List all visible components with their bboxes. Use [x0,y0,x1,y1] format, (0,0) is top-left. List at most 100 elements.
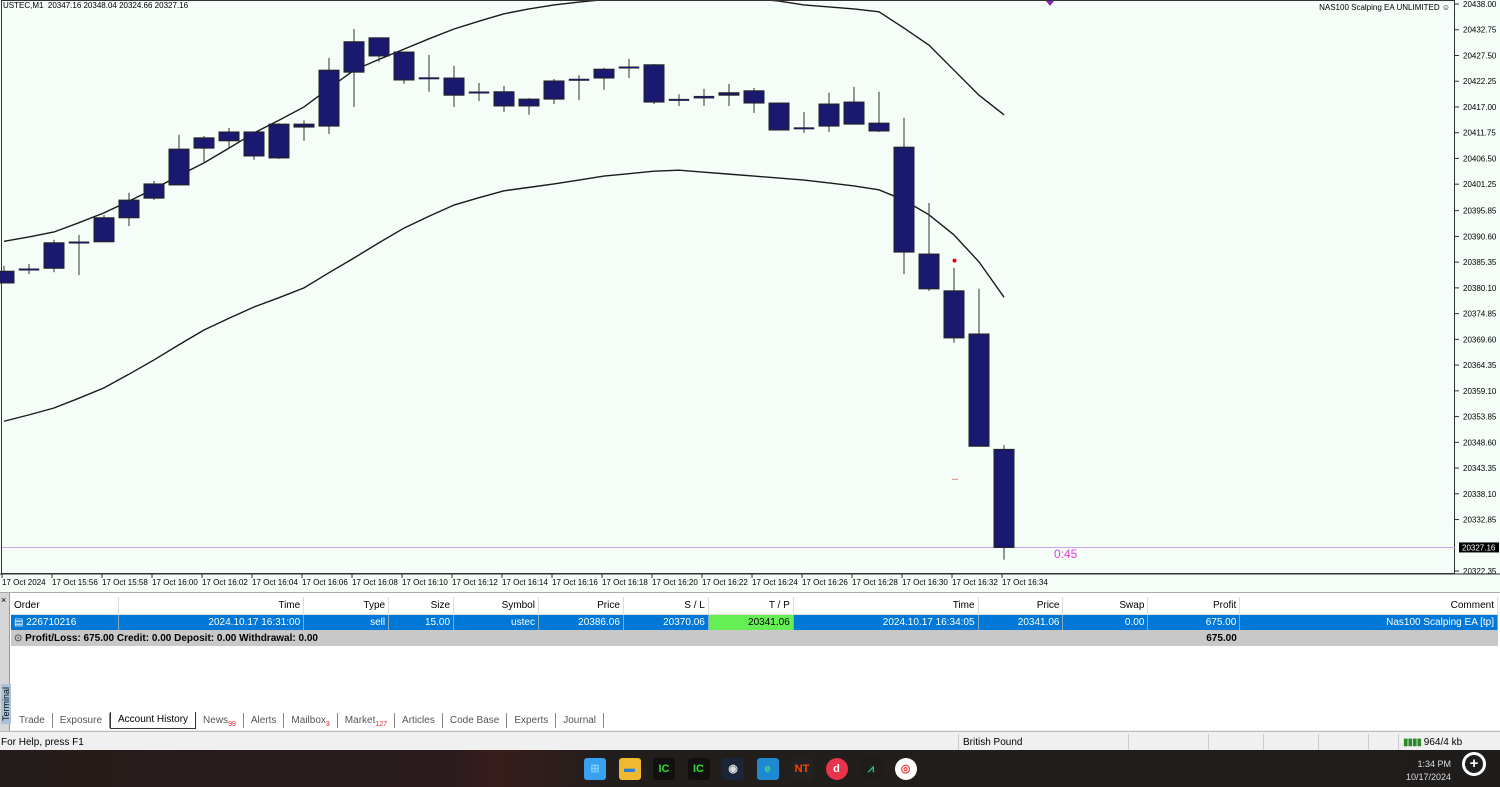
candle-body [43,242,65,269]
ic-markets-mt4-icon[interactable]: IC [687,758,710,780]
band-lower-line [3,169,1005,422]
candle-body [93,217,115,243]
price-tick-label: 20395.85 [1463,207,1497,216]
time-tick-label: 17 Oct 16:30 [902,578,948,587]
candle-body [0,270,15,284]
ic-markets-mt4-icon[interactable]: IC [653,758,675,780]
column-header[interactable]: Type [303,597,390,615]
magnifier-icon[interactable]: + [1462,752,1486,776]
tab-news[interactable]: News99 [196,713,244,728]
bid-price-label: 20327.16 [1462,543,1496,552]
column-header[interactable]: Profit [1147,597,1241,615]
close-icon[interactable]: × [1,595,6,605]
tab-trade[interactable]: Trade [12,713,53,728]
candle-body [193,137,215,149]
candle-body [893,146,915,253]
d-app-icon[interactable]: d [825,758,848,780]
candle-body [943,290,965,339]
cell-value: 15.00 [425,616,451,628]
cell-value: 20370.06 [663,616,705,628]
column-header[interactable]: S / L [623,597,709,615]
start-icon[interactable]: ⊞ [584,758,606,780]
tab-badge: 3 [325,721,330,728]
cell-value: sell [370,616,386,628]
tab-articles[interactable]: Articles [395,713,443,728]
terminal-panel: Terminal × Order Time Type Size Symbol Price S… [0,592,1500,731]
tab-label: Alerts [250,715,277,726]
candle-body [343,41,365,73]
time-tick-label: 17 Oct 16:10 [402,578,448,587]
table-cell: sell [303,614,390,630]
column-header[interactable]: Symbol [453,597,539,615]
cell-value: 2024.10.17 16:34:05 [882,616,975,628]
app-owl-icon[interactable]: ◉ [722,758,744,780]
candle-body [543,80,565,100]
terminal-tabs: Trade Exposure Account History News99 Alerts… [12,712,605,729]
tab-mailbox[interactable]: Mailbox3 [284,713,338,728]
time-tick-label: 17 Oct 16:00 [152,578,198,587]
time-tick-label: 17 Oct 16:34 [1002,578,1048,587]
table-cell: Nas100 Scalping EA [tp] [1239,614,1498,630]
candle-body [493,91,515,107]
tab-market[interactable]: Market127 [338,713,396,728]
price-tick-label: 20374.85 [1463,310,1497,319]
candle-body [268,123,290,159]
candle-body [593,68,615,79]
system-clock[interactable]: 1:34 PM 10/17/2024 [1406,758,1451,784]
price-tick-label: 20411.75 [1463,129,1496,138]
chart-window[interactable]: 20438.00 20432.75 20427.50 20422.25 20417.00… [0,0,1500,592]
tab-code-base[interactable]: Code Base [443,713,508,728]
price-tick-label: 20427.50 [1463,51,1497,60]
price-tick-label: 20322.35 [1463,567,1497,576]
price-tick-label: 20422.25 [1463,77,1497,86]
tab-label: Account History [118,714,189,725]
tab-experts[interactable]: Experts [507,713,557,728]
help-text: For Help, press F1 [1,737,84,748]
tab-badge: 99 [228,721,236,728]
candle-body [218,131,240,142]
tab-exposure[interactable]: Exposure [53,713,111,728]
column-header[interactable]: Swap [1062,597,1149,615]
status-cell [1128,734,1208,750]
price-tick-label: 20385.35 [1463,258,1497,267]
price-tick-label: 20380.10 [1463,284,1497,293]
candle-body [168,148,190,186]
currency-cell: British Pound [958,734,1128,750]
price-tick-label: 20438.00 [1463,0,1497,9]
column-header[interactable]: Comment [1239,597,1498,615]
column-header[interactable]: Price [538,597,624,615]
price-tick-label: 20338.10 [1463,490,1497,499]
summary-profit: 675.00 [1147,630,1240,646]
candle-body [468,91,490,94]
candle-body [293,123,315,128]
chrome-icon[interactable]: ◎ [894,758,917,780]
table-cell: 2024.10.17 16:34:05 [793,614,979,630]
tab-account-history[interactable]: Account History [110,712,197,729]
table-cell: 675.00 [1147,614,1241,630]
column-header[interactable]: Time [118,597,305,615]
terminal-label: Terminal [1,683,12,725]
column-header[interactable]: Size [388,597,455,615]
tab-label: Mailbox [291,715,326,726]
column-header[interactable]: T / P [708,597,794,615]
table-row[interactable]: ▤ 226710216 2024.10.17 16:31:00 sell 15.00 u… [11,614,1498,630]
file-explorer-icon[interactable]: ▬ [618,758,641,780]
column-header[interactable]: Time [793,597,979,615]
tradingview-icon[interactable]: ⩘ [860,758,882,780]
time-tick-label: 17 Oct 16:06 [302,578,348,587]
nt-icon[interactable]: NT [791,758,813,780]
collapse-icon[interactable]: ⊙ [14,633,25,644]
time-tick-label: 17 Oct 16:22 [702,578,748,587]
column-header[interactable]: Price [978,597,1064,615]
summary-row: ⊙ Profit/Loss: 675.00 Credit: 0.00 Depos… [11,630,1498,646]
order-icon: ▤ [14,616,27,628]
tab-alerts[interactable]: Alerts [244,713,285,728]
candle-body [318,69,340,127]
tab-journal[interactable]: Journal [556,713,605,728]
column-header[interactable]: Order [11,597,120,615]
price-chart[interactable]: 20438.00 20432.75 20427.50 20422.25 20417.00… [0,0,1500,592]
price-tick-label: 20343.35 [1463,464,1497,473]
edge-icon[interactable]: e [756,758,779,780]
trade-entry-marker [951,257,958,264]
terminal-side-strip: Terminal [0,593,12,731]
